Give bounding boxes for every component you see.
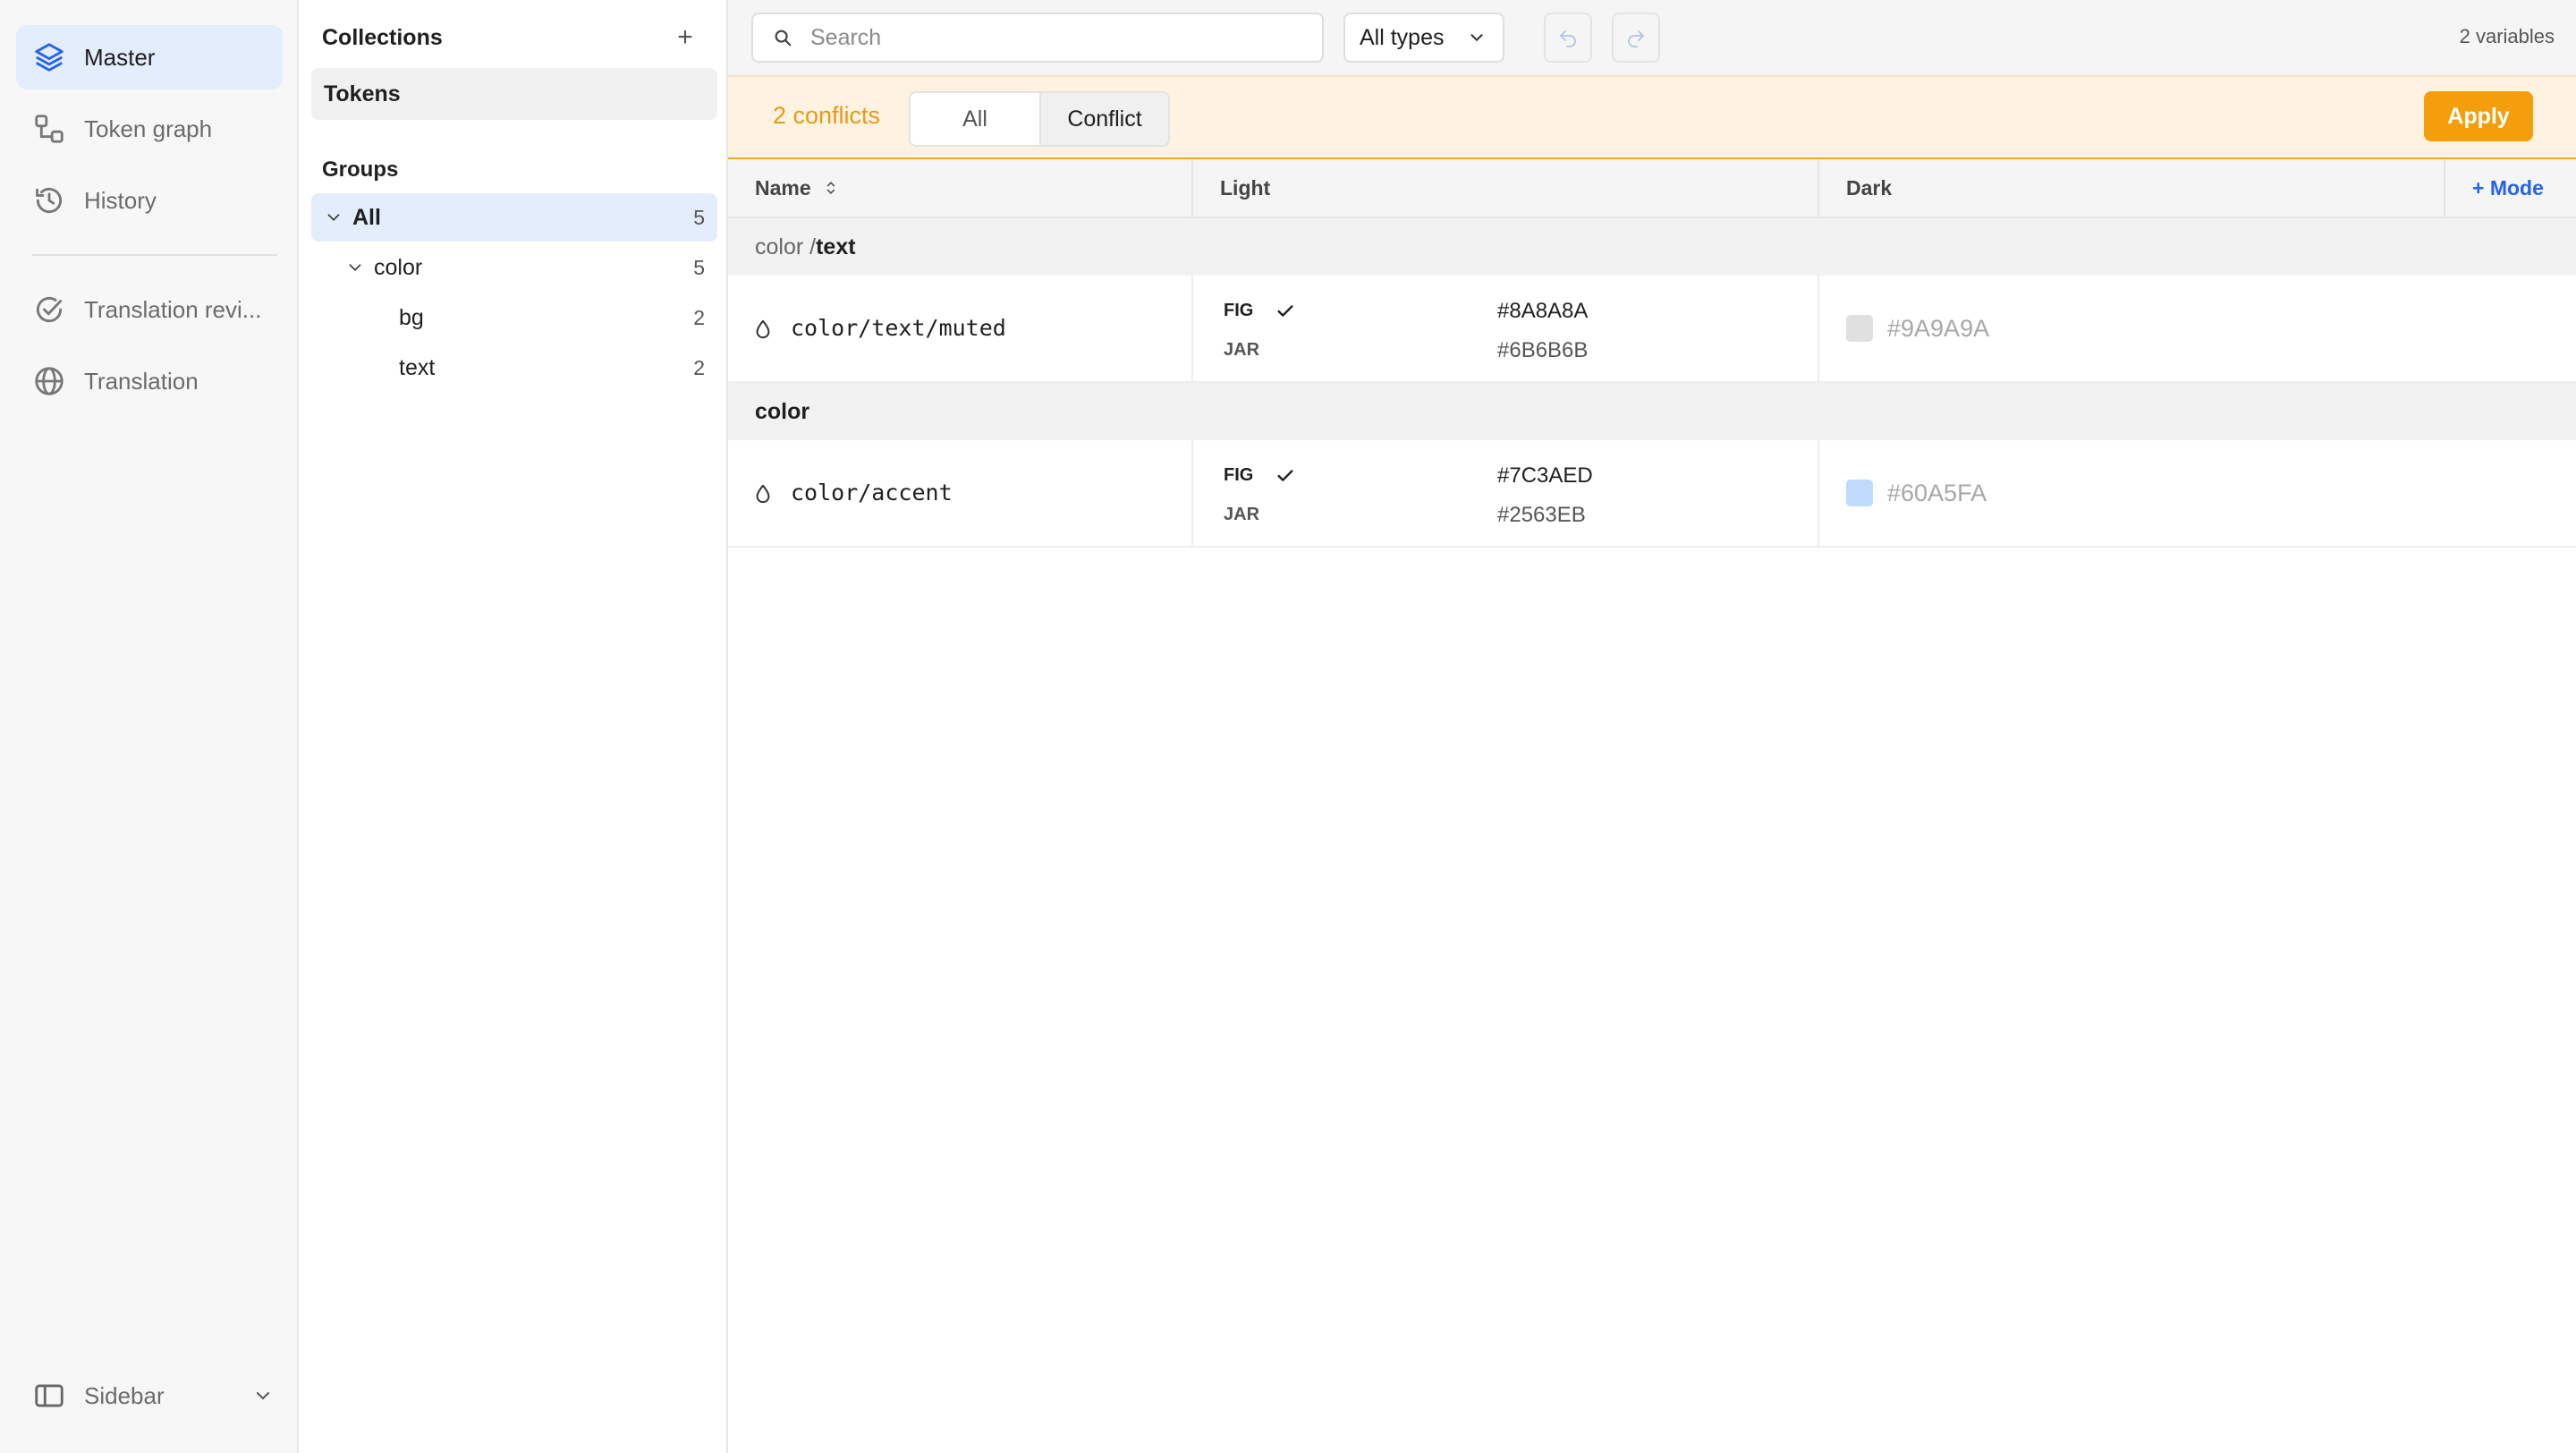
group-name: bg: [399, 304, 424, 330]
nav-item-label: Master: [84, 43, 156, 71]
table-row[interactable]: color/text/muted FIG JAR #8A8A8A #6B6B6B…: [728, 276, 2576, 383]
chevron-down-icon: [349, 264, 361, 272]
group-item-bg[interactable]: bg 2: [311, 293, 717, 342]
group-item-text[interactable]: text 2: [311, 344, 717, 392]
add-mode-button[interactable]: + Mode: [2472, 159, 2544, 217]
column-divider: [1191, 159, 1193, 217]
collection-item-tokens[interactable]: Tokens: [311, 68, 717, 120]
undo-button[interactable]: [1544, 13, 1592, 63]
group-item-color[interactable]: color 5: [311, 243, 717, 292]
search-input[interactable]: [809, 23, 1313, 52]
variable-count: 2 variables: [2459, 25, 2555, 47]
color-drop-icon: [756, 319, 770, 339]
apply-button[interactable]: Apply: [2424, 91, 2533, 141]
group-count: 2: [693, 305, 705, 329]
column-header-light[interactable]: Light: [1220, 159, 1270, 217]
token-name: color/text/muted: [791, 315, 1006, 341]
chevron-down-icon: [327, 214, 340, 222]
type-filter-label: All types: [1360, 24, 1445, 50]
table-header: Name Light Dark + Mode: [728, 159, 2576, 218]
group-name: text: [399, 354, 436, 380]
nav-item-token-graph[interactable]: Token graph: [16, 97, 283, 161]
sidebar-toggle-label: Sidebar: [84, 1381, 165, 1409]
group-path-leaf: color: [755, 399, 810, 424]
undo-icon: [1559, 30, 1576, 47]
nav-item-label: History: [84, 186, 157, 214]
column-header-label: Name: [755, 175, 811, 200]
light-value-fig[interactable]: #8A8A8A: [1497, 299, 1588, 324]
color-swatch[interactable]: [1846, 480, 1873, 506]
token-name: color/accent: [791, 480, 953, 506]
conflict-bar: 2 conflicts All Conflict Apply: [728, 75, 2576, 159]
column-header-name[interactable]: Name: [755, 159, 840, 217]
redo-button[interactable]: [1612, 13, 1660, 63]
group-item-all[interactable]: All 5: [311, 193, 717, 242]
group-name: All: [352, 204, 381, 230]
group-path-leaf: text: [816, 234, 856, 259]
globe-icon: [35, 367, 64, 395]
left-nav: Master Token graph History Translation r…: [0, 0, 299, 1453]
conflict-count: 2 conflicts: [773, 102, 881, 129]
group-count: 5: [693, 255, 705, 279]
main-area: All types 2 variables 2 conflicts All Co…: [728, 0, 2576, 1453]
check-icon[interactable]: [1275, 467, 1295, 485]
source-label-jar: JAR: [1224, 340, 1260, 360]
layers-icon: [35, 43, 64, 72]
nav-item-master[interactable]: Master: [16, 25, 283, 89]
conflict-filter: All Conflict: [909, 91, 1170, 147]
group-name: color: [374, 254, 423, 280]
nav-item-history[interactable]: History: [16, 168, 283, 233]
nav-item-label: Translation: [84, 367, 199, 395]
type-filter-dropdown[interactable]: All types: [1343, 13, 1504, 63]
token-graph-icon: [35, 115, 64, 143]
nav-divider: [32, 254, 277, 256]
sidebar-toggle[interactable]: Sidebar: [16, 1364, 283, 1428]
check-icon[interactable]: [1275, 302, 1295, 320]
dark-value[interactable]: #9A9A9A: [1887, 315, 1989, 343]
dark-value[interactable]: #60A5FA: [1887, 480, 1987, 507]
light-value-jar[interactable]: #2563EB: [1497, 503, 1586, 528]
search-icon: [775, 30, 792, 47]
nav-item-label: Token graph: [84, 115, 213, 142]
toolbar: All types 2 variables: [728, 0, 2576, 75]
group-header-row: color: [728, 383, 2576, 440]
collections-panel: Collections + Tokens Groups All 5 color …: [299, 0, 728, 1453]
nav-item-translation-review[interactable]: Translation revi...: [16, 277, 283, 342]
column-divider: [1818, 276, 1819, 381]
filter-conflict-button[interactable]: Conflict: [1041, 93, 1168, 145]
group-count: 5: [693, 205, 705, 229]
group-count: 2: [693, 355, 705, 379]
source-label-jar: JAR: [1224, 505, 1260, 524]
source-label-fig: FIG: [1224, 465, 1254, 485]
check-circle-icon: [36, 296, 63, 323]
light-value-fig[interactable]: #7C3AED: [1497, 463, 1593, 489]
group-path-prefix: color /: [755, 234, 817, 259]
collections-title: Collections: [322, 25, 443, 50]
group-header-row: color /text: [728, 218, 2576, 276]
nav-item-translation[interactable]: Translation: [16, 349, 283, 413]
chevron-down-icon: [257, 1392, 269, 1400]
column-divider: [2444, 159, 2445, 217]
color-swatch[interactable]: [1846, 315, 1873, 342]
groups-title: Groups: [322, 157, 399, 182]
column-divider: [1818, 159, 1819, 217]
history-icon: [36, 187, 63, 214]
source-label-fig: FIG: [1224, 301, 1254, 320]
sidebar-icon: [35, 1384, 64, 1407]
table-row[interactable]: color/accent FIG JAR #7C3AED #2563EB #60…: [728, 440, 2576, 548]
column-divider: [1818, 440, 1819, 546]
redo-icon: [1628, 30, 1645, 47]
column-divider: [1191, 440, 1193, 546]
column-header-dark[interactable]: Dark: [1846, 159, 1892, 217]
light-value-jar[interactable]: #6B6B6B: [1497, 338, 1588, 363]
color-drop-icon: [756, 484, 770, 504]
search-box: [751, 13, 1324, 63]
add-collection-button[interactable]: +: [669, 21, 701, 54]
sort-icon: [826, 181, 835, 195]
chevron-down-icon: [1470, 34, 1483, 42]
filter-all-button[interactable]: All: [911, 93, 1041, 145]
column-divider: [1191, 276, 1193, 381]
nav-item-label: Translation revi...: [84, 295, 262, 323]
